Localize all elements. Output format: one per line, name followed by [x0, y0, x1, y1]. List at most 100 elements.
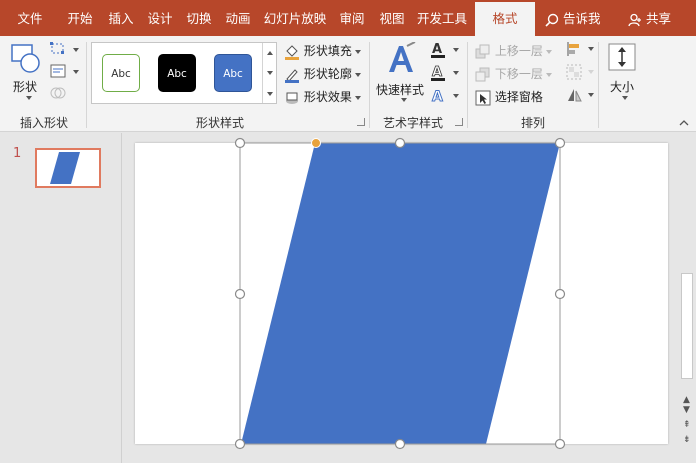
bring-forward-icon [475, 44, 490, 58]
resize-handle-top-right[interactable] [554, 137, 566, 149]
quick-styles-button[interactable]: 快速样式 [374, 40, 428, 108]
shape-outline-button[interactable]: 形状轮廓 [284, 64, 361, 84]
share-button[interactable]: 共享 [628, 0, 671, 36]
gallery-scroll-up[interactable] [263, 43, 276, 63]
resize-handle-bottom-right[interactable] [554, 438, 566, 450]
chevron-down-icon [26, 96, 32, 100]
text-effects-button[interactable]: A [430, 87, 460, 107]
collapse-ribbon-button[interactable] [679, 116, 691, 126]
bring-forward-button[interactable]: 上移一层 [475, 41, 552, 61]
chevron-down-icon [622, 96, 628, 100]
size-label: 大小 [610, 80, 635, 94]
tab-design[interactable]: 设计 [143, 0, 177, 36]
resize-handle-bottom-left[interactable] [234, 438, 246, 450]
edit-shape-button[interactable] [50, 42, 79, 60]
resize-handle-bottom[interactable] [394, 438, 406, 450]
shapes-icon [11, 44, 40, 73]
tab-view[interactable]: 视图 [375, 0, 409, 36]
gallery-expand[interactable] [263, 83, 276, 103]
chevron-down-icon [401, 98, 407, 102]
rotate-button[interactable] [566, 87, 594, 105]
merge-shapes-button[interactable] [50, 86, 78, 104]
shape-style-swatch[interactable]: Abc [214, 54, 252, 92]
shape-styles-group-label: 形状样式 [195, 116, 244, 130]
insert-shapes-group-label: 插入形状 [19, 116, 68, 130]
align-icon [567, 42, 579, 56]
pen-icon [285, 68, 299, 83]
chevron-down-icon [354, 72, 361, 77]
align-button[interactable] [566, 41, 594, 59]
tab-transitions[interactable]: 切换 [182, 0, 216, 36]
shapes-button[interactable]: 形状 [6, 40, 46, 100]
tab-review[interactable]: 审阅 [335, 0, 369, 36]
group-divider [598, 42, 599, 128]
chevron-up-icon [679, 120, 689, 126]
group-objects-button[interactable] [566, 64, 594, 82]
text-effects-icon: A [432, 89, 444, 106]
svg-text:A: A [432, 65, 442, 80]
chevron-down-icon [588, 70, 594, 74]
shape-effects-button[interactable]: 形状效果 [284, 87, 361, 107]
shape-style-swatch[interactable]: Abc [158, 54, 196, 92]
text-box-icon [50, 64, 66, 78]
size-button[interactable]: 大小 [604, 40, 640, 102]
chevron-down-icon [545, 72, 552, 77]
send-backward-label: 下移一层 [494, 67, 543, 81]
chevron-up-icon [267, 51, 273, 55]
wordart-group-label: 艺术字样式 [382, 116, 443, 130]
chevron-down-icon [267, 71, 273, 75]
resize-handle-left[interactable] [234, 288, 246, 300]
text-box-button[interactable] [50, 64, 79, 82]
arrange-group-label: 排列 [520, 116, 545, 130]
scroll-down-arrow[interactable]: ▼ [683, 405, 690, 415]
chevron-down-icon [588, 47, 594, 51]
resize-handle-top[interactable] [394, 137, 406, 149]
tell-me-label: 告诉我 [563, 11, 601, 26]
text-fill-button[interactable]: A [430, 41, 460, 61]
scrollbar-thumb[interactable] [681, 273, 693, 379]
next-slide-button[interactable]: ⇟ [683, 435, 691, 445]
chevron-down-icon [545, 49, 552, 54]
tab-file[interactable]: 文件 [6, 0, 54, 36]
chevron-down-icon [73, 70, 79, 74]
bring-forward-label: 上移一层 [494, 44, 543, 58]
shape-effects-label: 形状效果 [303, 90, 352, 104]
text-outline-icon: A [431, 65, 445, 81]
person-icon [628, 13, 641, 26]
vertical-scrollbar[interactable]: ▲ ▼ ⇞ ⇟ [678, 133, 696, 463]
chevron-down-icon [453, 71, 459, 75]
gallery-scroll-down[interactable] [263, 63, 276, 83]
tab-slideshow[interactable]: 幻灯片放映 [261, 0, 329, 36]
tab-insert[interactable]: 插入 [104, 0, 138, 36]
tab-home[interactable]: 开始 [62, 0, 98, 36]
text-outline-button[interactable]: A [430, 64, 460, 84]
shape-style-swatch[interactable]: Abc [102, 54, 140, 92]
chevron-down-icon [354, 95, 361, 100]
shape-fill-button[interactable]: 形状填充 [284, 41, 361, 61]
tab-animations[interactable]: 动画 [221, 0, 255, 36]
previous-slide-button[interactable]: ⇞ [683, 420, 691, 430]
slide-thumbnail[interactable] [35, 148, 101, 188]
scroll-up-arrow[interactable]: ▲ [683, 395, 690, 405]
svg-text:A: A [432, 89, 443, 105]
quick-styles-label: 快速样式 [376, 83, 425, 97]
merge-shapes-icon [50, 87, 66, 99]
selection-pane-button[interactable]: 选择窗格 [475, 87, 543, 107]
more-icon [267, 92, 273, 96]
dialog-launcher-icon[interactable] [455, 118, 463, 126]
tab-developer[interactable]: 开发工具 [414, 0, 470, 36]
ribbon: 形状 插入形状 Abc Abc Abc 形状填充 形状轮廓 形状效果 形状样式 [0, 36, 696, 132]
tab-format[interactable]: 格式 [475, 0, 535, 36]
dialog-launcher-icon[interactable] [357, 118, 365, 126]
search-icon [545, 13, 559, 27]
chevron-down-icon [354, 49, 361, 54]
send-backward-button[interactable]: 下移一层 [475, 64, 552, 84]
resize-handle-top-left[interactable] [234, 137, 246, 149]
gallery-scroll [262, 43, 276, 103]
resize-handle-right[interactable] [554, 288, 566, 300]
shape-outline-label: 形状轮廓 [303, 67, 352, 81]
slide-number: 1 [13, 146, 22, 161]
adjustment-handle[interactable] [311, 138, 321, 148]
chevron-down-icon [453, 48, 459, 52]
tell-me-search[interactable]: 告诉我 [545, 0, 601, 36]
